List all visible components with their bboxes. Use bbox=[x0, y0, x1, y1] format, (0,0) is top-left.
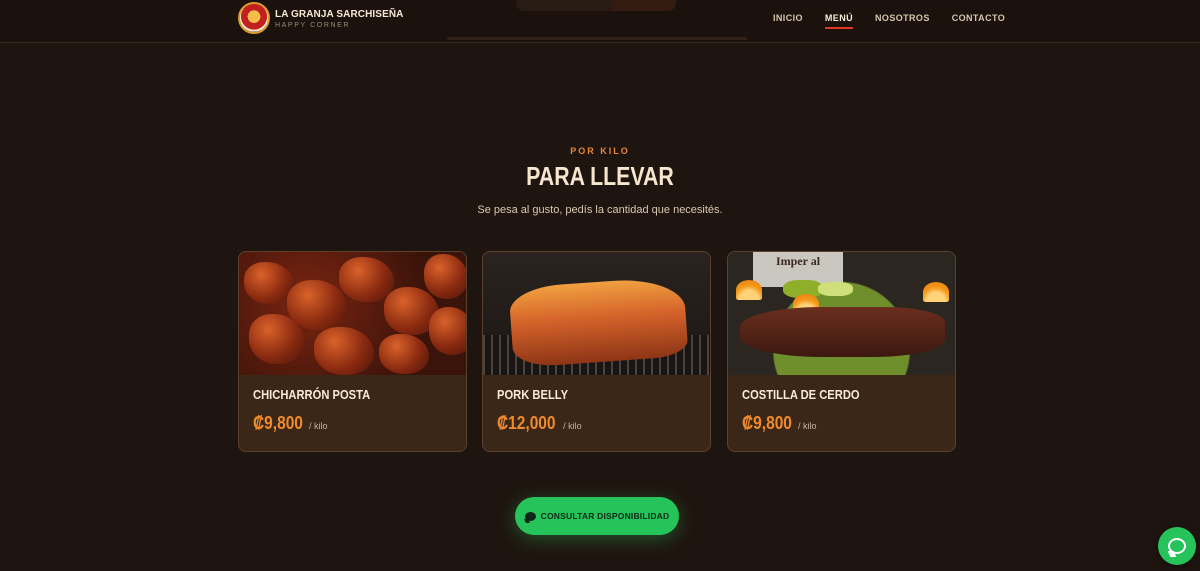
section-subtitle: Se pesa al gusto, pedís la cantidad que … bbox=[477, 204, 723, 216]
product-card-costilla[interactable]: Imper al COSTILLA DE CERDO ₡9,800 / kilo bbox=[727, 251, 956, 452]
brand-tagline: HAPPY CORNER bbox=[275, 21, 351, 29]
whatsapp-icon bbox=[1168, 538, 1186, 554]
nav-inicio[interactable]: INICIO bbox=[773, 13, 803, 29]
main-nav: INICIO MENÚ NOSOTROS CONTACTO bbox=[773, 13, 1005, 29]
chat-bubble-icon bbox=[524, 511, 536, 521]
product-name: CHICHARRÓN POSTA bbox=[253, 387, 371, 402]
product-card-pork-belly[interactable]: PORK BELLY ₡12,000 / kilo bbox=[482, 251, 711, 452]
chicharron-photo bbox=[239, 252, 466, 375]
nav-nosotros[interactable]: NOSOTROS bbox=[875, 13, 930, 29]
brand-logo bbox=[238, 2, 270, 34]
whatsapp-chat-button[interactable] bbox=[1158, 527, 1196, 565]
brand-text: LA GRANJA SARCHISEÑA HAPPY CORNER bbox=[275, 8, 404, 29]
brand-home-link[interactable]: LA GRANJA SARCHISEÑA HAPPY CORNER bbox=[238, 2, 404, 34]
section-eyebrow: POR KILO bbox=[570, 146, 630, 156]
costilla-photo: Imper al bbox=[728, 252, 955, 375]
blurred-hero-fragment bbox=[516, 0, 676, 11]
product-name: COSTILLA DE CERDO bbox=[742, 387, 860, 402]
nav-menu[interactable]: MENÚ bbox=[824, 13, 854, 29]
product-price: ₡9,800 bbox=[253, 413, 303, 433]
nav-contacto[interactable]: CONTACTO bbox=[952, 13, 1005, 29]
blurred-hero-text bbox=[447, 37, 747, 40]
product-unit: / kilo bbox=[798, 421, 817, 431]
product-price: ₡9,800 bbox=[742, 413, 792, 433]
product-unit: / kilo bbox=[309, 421, 328, 431]
product-card-chicharron[interactable]: CHICHARRÓN POSTA ₡9,800 / kilo bbox=[238, 251, 467, 452]
product-name: PORK BELLY bbox=[497, 387, 569, 402]
cta-label: CONSULTAR DISPONIBILIDAD bbox=[540, 511, 670, 521]
brand-name: LA GRANJA SARCHISEÑA bbox=[275, 8, 404, 20]
product-price: ₡12,000 bbox=[497, 413, 556, 433]
section-title: PARA LLEVAR bbox=[526, 161, 674, 191]
product-unit: / kilo bbox=[563, 421, 582, 431]
site-header: LA GRANJA SARCHISEÑA HAPPY CORNER INICIO… bbox=[0, 0, 1200, 43]
consultar-disponibilidad-button[interactable]: CONSULTAR DISPONIBILIDAD bbox=[515, 497, 679, 535]
pork-belly-photo bbox=[483, 252, 710, 375]
